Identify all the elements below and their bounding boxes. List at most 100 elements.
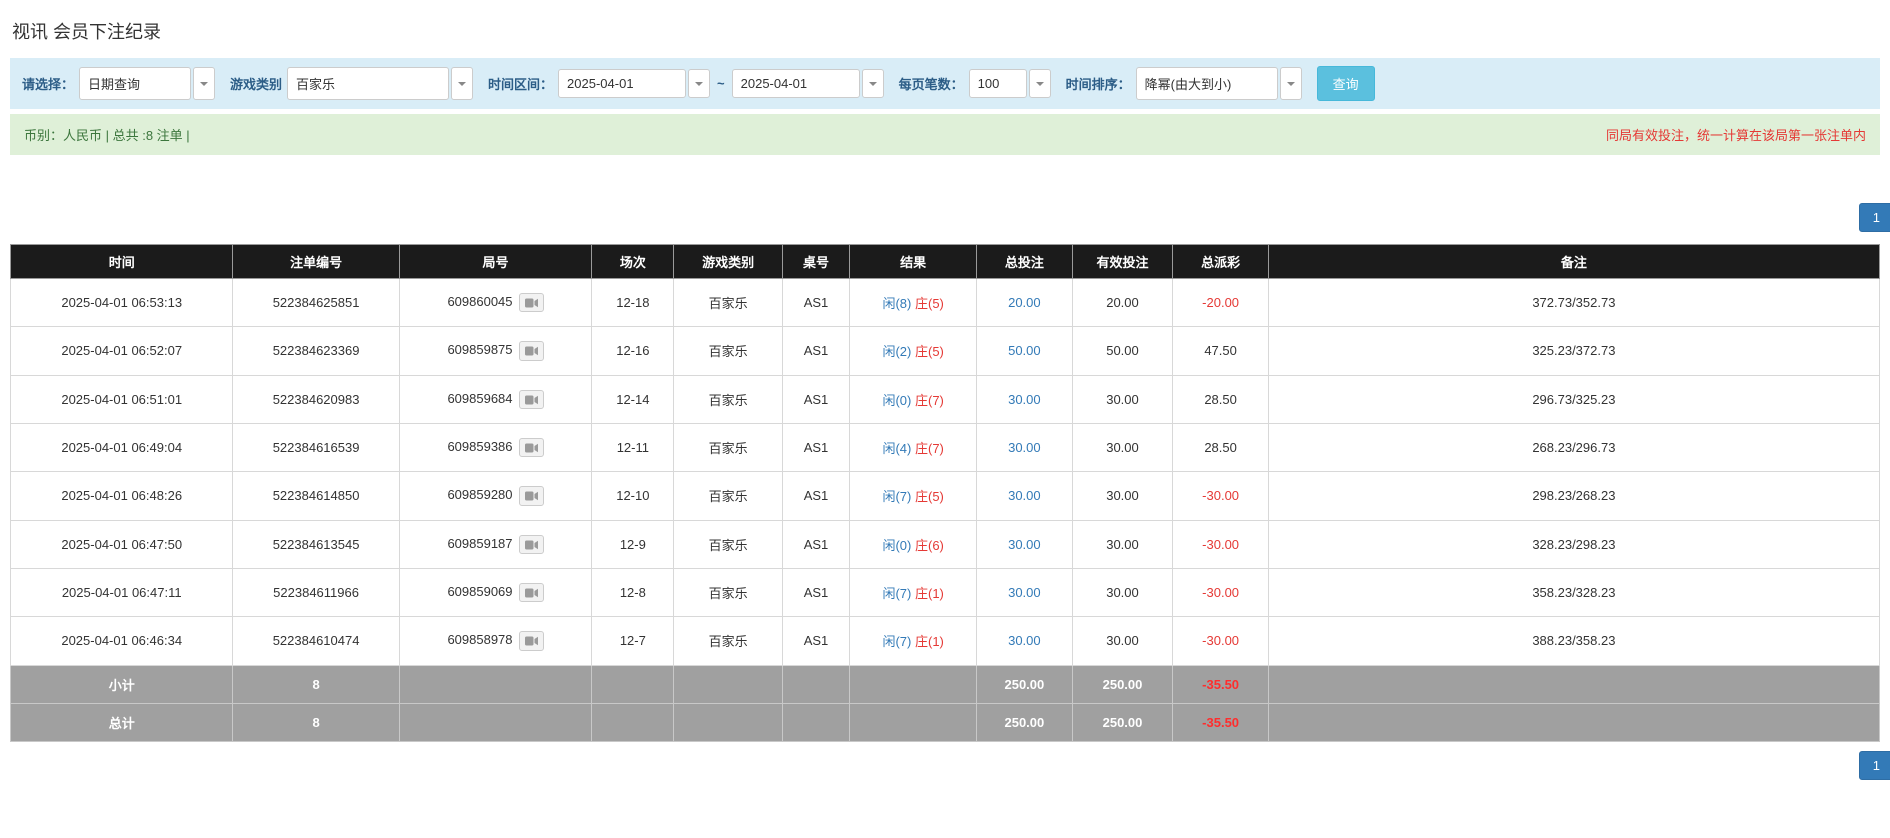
date-to-select[interactable]: 2025-04-01 [731,69,884,98]
footer-cell [849,664,978,704]
total-bet-link[interactable]: 30.00 [976,567,1073,618]
bet-id-cell: 522384613545 [232,519,400,569]
video-camera-icon[interactable] [518,534,544,554]
round-cell: 609859875 [398,326,593,376]
page-1-button[interactable]: 1 [1858,750,1890,780]
player-result: 闲(7) [882,634,912,650]
column-header: 桌号 [781,244,851,279]
bet-id-cell: 522384620983 [232,374,400,424]
remark-cell: 358.23/328.23 [1267,567,1881,618]
video-camera-icon[interactable] [518,437,544,458]
total-bet-link[interactable]: 30.00 [976,422,1073,473]
page-title: 视讯 会员下注纪录 [12,22,162,42]
footer-cell [1267,702,1881,742]
result-cell: 闲(7) 庄(5) [849,471,978,521]
video-camera-icon[interactable] [518,486,544,506]
valid-bet-cell: 50.00 [1071,326,1174,376]
page-size-value: 100 [968,69,1027,98]
column-header: 备注 [1267,244,1881,279]
page-size-select[interactable]: 100 [968,69,1051,98]
table-row: 2025-04-01 06:48:26 522384614850 609859280… [9,471,1881,521]
video-camera-icon[interactable] [518,293,544,313]
result-cell: 闲(2) 庄(5) [849,326,978,376]
round-cell: 609859684 [398,374,593,424]
session-cell: 12-9 [591,519,675,569]
bet-id-cell: 522384616539 [232,422,400,473]
footer-cell [781,702,851,742]
page-1-button[interactable]: 1 [1858,203,1890,232]
date-from-value: 2025-04-01 [558,69,687,98]
date-from-select[interactable]: 2025-04-01 [558,69,711,98]
chevron-down-icon[interactable] [861,69,884,98]
bet-id-cell: 522384611966 [232,567,400,618]
banker-result: 庄(1) [914,586,944,602]
page-container: 视讯 会员下注纪录 请选择： 日期查询 游戏类别 百家乐 时间区间： 2025-… [0,0,1890,780]
chevron-down-icon[interactable] [451,67,474,100]
player-result: 闲(8) [882,296,912,312]
time-cell: 2025-04-01 06:47:11 [9,567,234,618]
table-row: 2025-04-01 06:46:34 522384610474 609858978… [9,616,1881,666]
column-header: 注单编号 [232,244,400,279]
total-bet-link[interactable]: 30.00 [976,616,1073,666]
session-cell: 12-14 [591,374,675,424]
round-cell: 609858978 [398,616,593,666]
bet-id-cell: 522384623369 [232,326,400,376]
column-header: 结果 [849,244,978,279]
time-cell: 2025-04-01 06:46:34 [9,616,234,666]
total-bet-link[interactable]: 50.00 [976,326,1073,376]
video-camera-icon[interactable] [518,582,544,603]
game-type-label: 游戏类别 [230,77,283,92]
round-number: 609858978 [447,632,513,648]
warning-text: 同局有效投注，统一计算在该局第一张注单内 [1605,128,1866,143]
footer-cell: 8 [232,664,400,704]
caret-glyph [200,81,209,86]
table-number-cell: AS1 [781,374,851,424]
total-bet-link[interactable]: 30.00 [976,374,1073,424]
total-bet-link[interactable]: 30.00 [976,471,1073,521]
currency-total-text: 币别：人民币 | 总共 :8 注单 | [24,128,190,143]
sort-order-select[interactable]: 降幂(由大到小) [1135,67,1302,100]
query-type-select[interactable]: 日期查询 [79,67,216,100]
player-result: 闲(0) [882,392,912,408]
chevron-down-icon[interactable] [193,67,216,100]
session-cell: 12-7 [591,616,675,666]
remark-cell: 372.73/352.73 [1267,277,1881,328]
payout-cell: 28.50 [1172,422,1269,473]
footer-cell: 250.00 [1071,702,1174,742]
chevron-down-icon[interactable] [688,69,711,98]
result-cell: 闲(0) 庄(7) [849,374,978,424]
banker-result: 庄(7) [914,441,944,457]
table-row: 2025-04-01 06:53:13 522384625851 609860045… [9,277,1881,328]
valid-bet-cell: 20.00 [1071,277,1174,328]
caret-glyph [695,81,704,86]
search-button[interactable]: 查询 [1316,66,1375,101]
footer-payout: -35.50 [1172,702,1269,742]
result-cell: 闲(7) 庄(1) [849,616,978,666]
banker-result: 庄(7) [914,392,944,408]
table-number-cell: AS1 [781,567,851,618]
player-result: 闲(7) [882,586,912,602]
footer-label: 小计 [9,664,234,704]
column-header: 总投注 [976,244,1073,279]
remark-cell: 328.23/298.23 [1267,519,1881,569]
chevron-down-icon[interactable] [1028,69,1051,98]
bet-id-cell: 522384625851 [232,277,400,328]
pagination-top: 1 [10,203,1890,232]
footer-cell: 250.00 [1071,664,1174,704]
video-camera-icon[interactable] [518,389,544,409]
column-header: 有效投注 [1071,244,1174,279]
table-row: 2025-04-01 06:47:50 522384613545 609859187… [9,519,1881,569]
game-type-cell: 百家乐 [673,326,783,376]
subtotal-row: 小计 8 250.00 250.00 -35.50 [9,664,1881,704]
round-cell: 609859187 [398,519,593,569]
footer-cell [1267,664,1881,704]
video-camera-icon[interactable] [518,341,544,361]
round-cell: 609859386 [398,422,593,473]
chevron-down-icon[interactable] [1279,67,1302,100]
total-bet-link[interactable]: 20.00 [976,277,1073,328]
round-number: 609859069 [447,584,513,600]
game-type-select[interactable]: 百家乐 [287,67,474,100]
total-bet-link[interactable]: 30.00 [976,519,1073,569]
result-cell: 闲(7) 庄(1) [849,567,978,618]
video-camera-icon[interactable] [518,631,544,651]
